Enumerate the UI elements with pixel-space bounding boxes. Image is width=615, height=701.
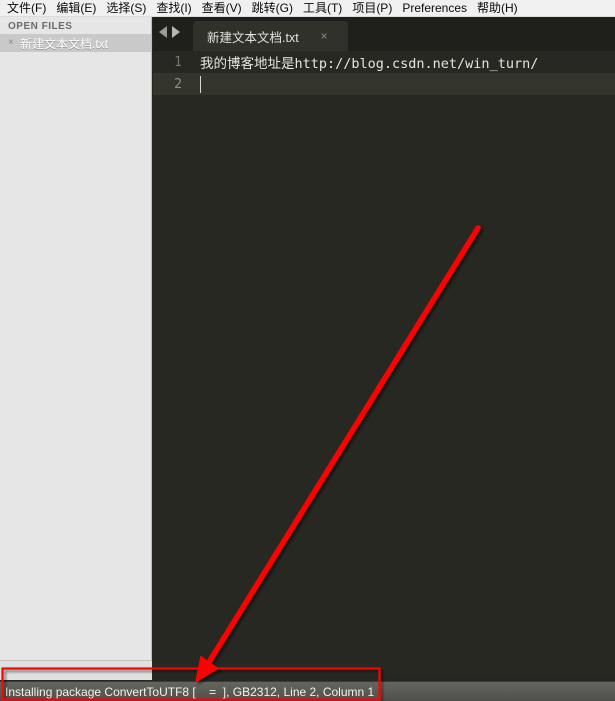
tab-scroll-controls: [159, 26, 180, 38]
menu-preferences[interactable]: Preferences: [397, 0, 472, 16]
menu-find[interactable]: 查找(I): [151, 0, 196, 16]
status-message: Installing package ConvertToUTF8 [ = ], …: [5, 684, 375, 699]
tab-close-icon[interactable]: ×: [321, 30, 328, 42]
code-lines: 1 我的博客地址是http://blog.csdn.net/win_turn/ …: [153, 51, 615, 95]
sidebar-item-open-file[interactable]: × 新建文本文档.txt: [0, 34, 151, 52]
sidebar: OPEN FILES × 新建文本文档.txt: [0, 17, 152, 676]
menu-selection[interactable]: 选择(S): [101, 0, 151, 16]
code-line-1[interactable]: 1 我的博客地址是http://blog.csdn.net/win_turn/: [153, 51, 615, 73]
tab-label: 新建文本文档.txt: [207, 30, 299, 45]
code-editor[interactable]: 1 我的博客地址是http://blog.csdn.net/win_turn/ …: [153, 51, 615, 676]
menu-project[interactable]: 项目(P): [347, 0, 397, 16]
arrow-right-icon[interactable]: [172, 26, 180, 38]
menu-help[interactable]: 帮助(H): [472, 0, 523, 16]
status-bar: Installing package ConvertToUTF8 [ = ], …: [0, 681, 615, 701]
menu-goto[interactable]: 跳转(G): [247, 0, 298, 16]
sidebar-progress-strip: [0, 660, 152, 680]
tab-active-document[interactable]: 新建文本文档.txt ×: [193, 21, 348, 51]
menu-file[interactable]: 文件(F): [2, 0, 51, 16]
menu-bar: 文件(F) 编辑(E) 选择(S) 查找(I) 查看(V) 跳转(G) 工具(T…: [0, 0, 615, 17]
sidebar-item-label: 新建文本文档.txt: [20, 36, 109, 51]
close-icon[interactable]: ×: [8, 37, 20, 49]
line-number-gutter: [153, 51, 191, 676]
arrow-left-icon[interactable]: [159, 26, 167, 38]
text-caret: [200, 75, 201, 93]
code-line-2[interactable]: 2: [153, 73, 615, 95]
line-number: 2: [174, 76, 182, 92]
code-line-text: 我的博客地址是http://blog.csdn.net/win_turn/: [200, 56, 539, 72]
line-number: 1: [174, 54, 182, 70]
sidebar-section-open-files: OPEN FILES: [0, 17, 151, 34]
menu-edit[interactable]: 编辑(E): [51, 0, 101, 16]
menu-tools[interactable]: 工具(T): [298, 0, 347, 16]
tab-bar: 新建文本文档.txt ×: [153, 17, 615, 51]
menu-view[interactable]: 查看(V): [197, 0, 247, 16]
